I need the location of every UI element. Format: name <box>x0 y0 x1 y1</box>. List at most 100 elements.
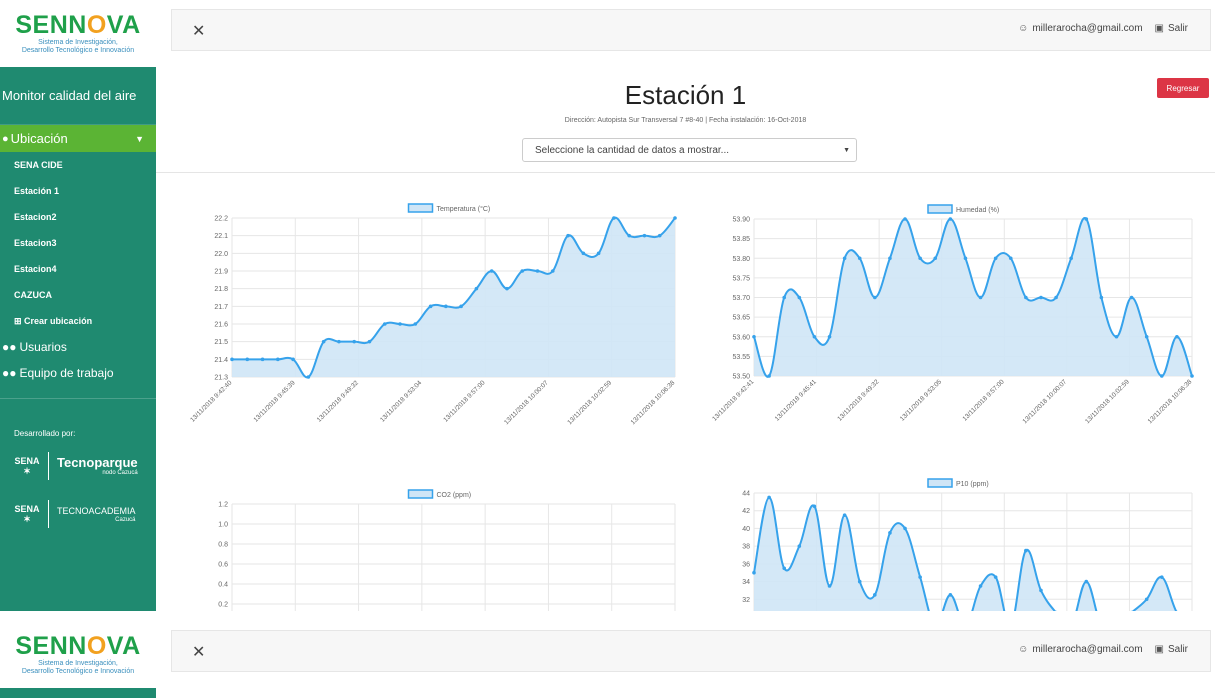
data-point[interactable] <box>428 304 433 309</box>
data-point[interactable] <box>903 217 907 221</box>
data-point[interactable] <box>918 256 922 261</box>
data-point[interactable] <box>812 334 817 339</box>
data-point[interactable] <box>337 339 341 344</box>
data-point[interactable] <box>842 513 847 517</box>
sidebar-location-estacion3[interactable]: Estacion3 <box>0 230 156 256</box>
data-point[interactable] <box>566 233 570 238</box>
sidebar-location-estacion4[interactable]: Estacion4 <box>0 256 156 282</box>
data-point[interactable] <box>888 256 892 261</box>
data-point[interactable] <box>520 269 525 273</box>
data-point[interactable] <box>993 575 998 579</box>
logout-link[interactable]: Salir <box>1168 644 1188 655</box>
data-point[interactable] <box>812 504 817 509</box>
data-point[interactable] <box>642 233 647 238</box>
data-point[interactable] <box>535 269 540 273</box>
data-point[interactable] <box>612 216 616 220</box>
data-point[interactable] <box>873 593 877 597</box>
data-point[interactable] <box>1144 597 1149 602</box>
sidebar-location-estacion2[interactable]: Estacion2 <box>0 204 156 230</box>
data-point[interactable] <box>382 322 387 326</box>
sidebar-location-cazuca[interactable]: CAZUCA <box>0 282 156 308</box>
data-point[interactable] <box>1099 295 1104 300</box>
data-point[interactable] <box>1008 256 1013 261</box>
data-point[interactable] <box>489 269 494 273</box>
legend-swatch[interactable] <box>407 203 434 213</box>
user-email[interactable]: millerarocha@gmail.com <box>1032 644 1142 655</box>
data-point[interactable] <box>827 334 832 339</box>
data-point[interactable] <box>978 584 983 588</box>
data-point[interactable] <box>306 375 311 379</box>
data-amount-select[interactable]: Seleccione la cantidad de datos a mostra… <box>522 138 857 162</box>
data-point[interactable] <box>321 339 326 344</box>
data-point[interactable] <box>888 531 892 535</box>
sidebar-item-team[interactable]: ●● Equipo de trabajo <box>0 360 156 386</box>
data-point[interactable] <box>596 251 601 256</box>
data-point[interactable] <box>918 575 922 579</box>
data-point[interactable] <box>1114 334 1119 339</box>
legend-swatch[interactable] <box>407 489 434 499</box>
data-point[interactable] <box>413 322 418 326</box>
data-point[interactable] <box>752 334 756 339</box>
sidebar-title[interactable]: Monitor calidad del aire <box>0 67 156 125</box>
data-point[interactable] <box>963 256 968 261</box>
data-point[interactable] <box>505 286 509 291</box>
back-button[interactable]: Regresar <box>1157 78 1209 98</box>
legend-swatch[interactable] <box>927 204 953 214</box>
data-point[interactable] <box>459 304 463 309</box>
data-point[interactable] <box>1159 374 1164 378</box>
data-point[interactable] <box>827 584 832 588</box>
data-point[interactable] <box>1190 374 1194 378</box>
data-point[interactable] <box>444 304 448 309</box>
data-point[interactable] <box>1159 575 1164 579</box>
data-point[interactable] <box>842 256 847 261</box>
logout-link[interactable]: Salir <box>1168 23 1188 34</box>
data-point[interactable] <box>873 295 877 300</box>
data-point[interactable] <box>581 251 586 256</box>
data-point[interactable] <box>857 256 862 261</box>
data-point[interactable] <box>767 374 771 378</box>
data-point[interactable] <box>782 295 787 300</box>
data-point[interactable] <box>1175 334 1179 339</box>
data-point[interactable] <box>948 593 953 597</box>
data-point[interactable] <box>673 216 677 220</box>
legend-label[interactable]: P10 (ppm) <box>956 481 989 488</box>
brand-logo[interactable]: SENNOVA Sistema de Investigación, Desarro… <box>0 0 156 67</box>
data-point[interactable] <box>230 357 234 362</box>
data-point[interactable] <box>276 357 280 362</box>
data-point[interactable] <box>1144 334 1149 339</box>
legend-swatch[interactable] <box>927 478 953 488</box>
data-point[interactable] <box>1024 548 1028 553</box>
data-point[interactable] <box>857 579 862 584</box>
data-point[interactable] <box>782 566 787 571</box>
data-point[interactable] <box>993 256 998 261</box>
create-location-link[interactable]: ⊞ Crear ubicación <box>0 308 156 334</box>
legend-label[interactable]: CO2 (ppm) <box>437 492 472 499</box>
data-point[interactable] <box>1129 295 1134 300</box>
data-point[interactable] <box>398 322 402 326</box>
close-icon[interactable]: ✕ <box>192 642 205 662</box>
data-point[interactable] <box>657 233 662 238</box>
legend-label[interactable]: Temperatura (°C) <box>437 205 491 213</box>
close-icon[interactable]: ✕ <box>192 21 205 41</box>
data-point[interactable] <box>245 357 250 362</box>
data-point[interactable] <box>767 495 771 500</box>
data-point[interactable] <box>933 256 938 261</box>
data-point[interactable] <box>352 339 357 344</box>
user-email[interactable]: millerarocha@gmail.com <box>1032 23 1142 34</box>
data-point[interactable] <box>1039 295 1043 300</box>
sidebar-item-users[interactable]: ●● Usuarios <box>0 334 156 360</box>
data-point[interactable] <box>291 357 295 362</box>
data-point[interactable] <box>550 269 555 273</box>
data-point[interactable] <box>978 295 983 300</box>
data-point[interactable] <box>1054 295 1058 300</box>
data-point[interactable] <box>1039 588 1043 593</box>
sidebar-location-estacion1[interactable]: Estación 1 <box>0 178 156 204</box>
data-point[interactable] <box>752 570 756 575</box>
sidebar-item-ubicacion[interactable]: ● Ubicación ▼ <box>0 125 156 152</box>
data-point[interactable] <box>474 286 479 291</box>
sidebar-location-sena-cide[interactable]: SENA CIDE <box>0 152 156 178</box>
data-point[interactable] <box>1069 256 1073 261</box>
data-point[interactable] <box>797 544 802 548</box>
data-point[interactable] <box>627 233 631 238</box>
data-point[interactable] <box>260 357 265 362</box>
